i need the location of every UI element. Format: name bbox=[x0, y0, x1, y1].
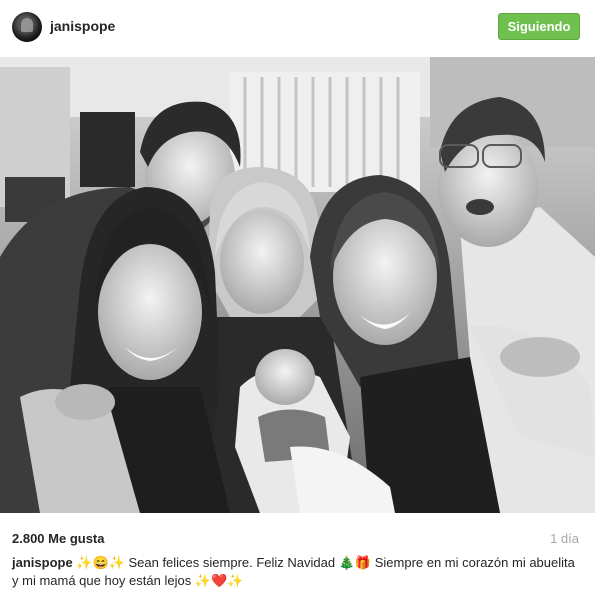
username-link[interactable]: janispope bbox=[50, 18, 115, 34]
post-footer: 2.800 Me gusta 1 día janispope ✨😄✨ Sean … bbox=[0, 513, 595, 593]
post-header: janispope Siguiendo bbox=[0, 0, 595, 57]
profile-avatar[interactable] bbox=[12, 12, 42, 42]
post-time[interactable]: 1 día bbox=[550, 531, 579, 546]
post-photo[interactable] bbox=[0, 57, 595, 513]
caption-username[interactable]: janispope bbox=[12, 555, 73, 570]
post-caption: janispope ✨😄✨ Sean felices siempre. Feli… bbox=[12, 554, 582, 590]
family-photo-image bbox=[0, 57, 595, 513]
likes-count[interactable]: 2.800 Me gusta bbox=[12, 531, 105, 546]
caption-text: ✨😄✨ Sean felices siempre. Feliz Navidad … bbox=[12, 555, 575, 588]
following-button[interactable]: Siguiendo bbox=[498, 13, 580, 40]
